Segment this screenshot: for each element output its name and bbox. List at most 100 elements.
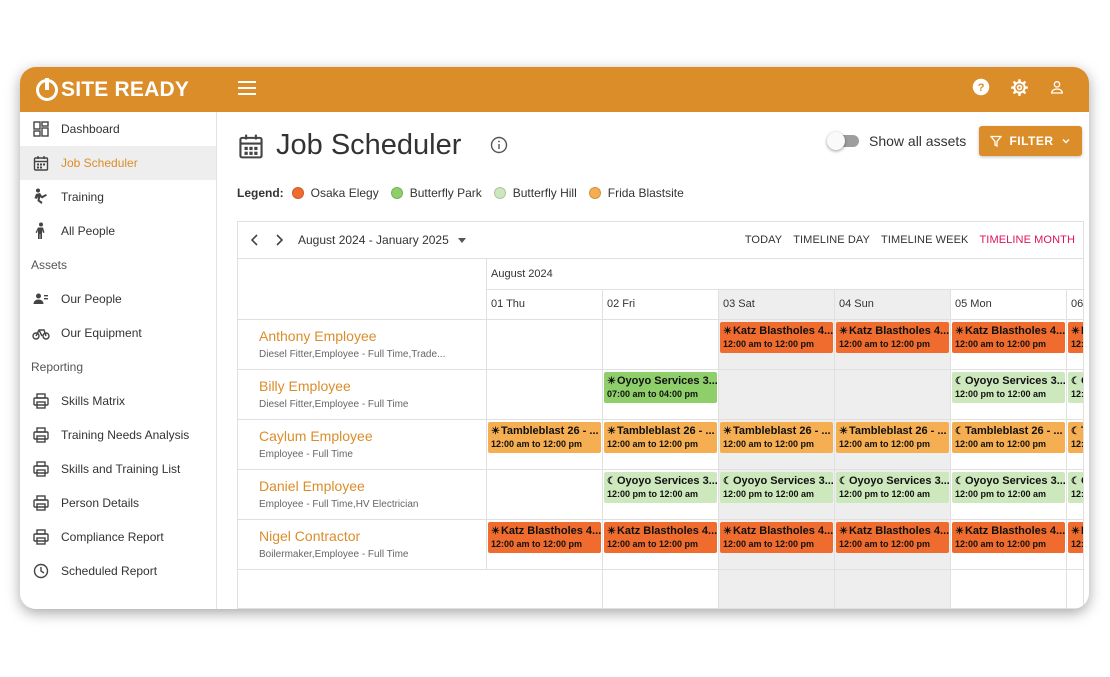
event-time: 12:00 am to 12:00 pm (491, 539, 583, 549)
schedule-event[interactable]: ☾Tambleblast 26 - ... 12:00 am to 12:00 p… (1068, 422, 1083, 453)
account-icon[interactable] (1047, 77, 1067, 97)
timeline-cell[interactable] (487, 370, 603, 420)
view-today[interactable]: TODAY (745, 234, 782, 246)
schedule-event[interactable]: ☀ Tambleblast 26 - ... 12:00 am to 12:00 p… (604, 422, 717, 453)
moon-icon: ☾ (1071, 475, 1080, 487)
resource-name[interactable]: Anthony Employee (259, 328, 486, 344)
schedule-event[interactable]: ☾Oyoyo Services 3... 12:00 pm to 12:00 am (1068, 372, 1084, 403)
view-timeline-week[interactable]: TIMELINE WEEK (881, 234, 968, 246)
schedule-event[interactable]: ☀ Tambleblast 26 - ... 12:00 am to 12:00 p… (488, 422, 601, 453)
schedule-event[interactable]: ☀Katz Blastholes 4... 12:00 am to 12:00 p… (836, 522, 949, 553)
timeline-cell[interactable] (835, 370, 951, 420)
schedule-event[interactable]: ☾Tambleblast 26 - ... 12:00 am to 12:00 p… (952, 422, 1065, 453)
sidebar-item-dashboard[interactable]: Dashboard (20, 112, 216, 146)
resource-row[interactable]: Caylum Employee Employee - Full Time (238, 420, 487, 470)
timeline-cell[interactable] (487, 320, 603, 370)
logo-mark-icon (36, 77, 58, 101)
sidebar-item-our-equipment[interactable]: Our Equipment (20, 316, 216, 350)
timeline-cell[interactable] (603, 320, 719, 370)
schedule-event[interactable]: ☀Katz Blastholes 4... 12:00 am to 12:00 p… (604, 522, 717, 553)
schedule-event[interactable]: ☀Katz Blastholes 4... 12:00 am to 12:00 p… (836, 322, 949, 353)
schedule-event[interactable]: ☾Oyoyo Services 3... 12:00 pm to 12:00 am (1068, 472, 1083, 503)
event-title: Tambleblast 26 - ... (732, 425, 831, 437)
resource-row[interactable]: Nigel Contractor Boilermaker,Employee - F… (238, 520, 487, 570)
day-header: 03 Sat (719, 290, 835, 320)
moon-icon: ☾ (955, 375, 964, 387)
top-app-bar: SITE READY ? (20, 67, 1089, 112)
hamburger-menu-icon[interactable] (238, 81, 256, 95)
caret-down-icon[interactable] (457, 235, 467, 245)
sidebar-item-scheduled-report[interactable]: Scheduled Report (20, 554, 216, 588)
show-all-assets-label: Show all assets (869, 133, 967, 149)
sidebar-item-compliance-report[interactable]: Compliance Report (20, 520, 216, 554)
schedule-event[interactable]: ☀Katz Blastholes 4... 12:00 am to 12:00 p… (720, 522, 833, 553)
schedule-event[interactable]: ☀Katz Blastholes 4... 12:00 am to 12:00 p… (952, 322, 1065, 353)
schedule-event[interactable]: ☾Oyoyo Services 3... 12:00 pm to 12:00 am (836, 472, 949, 503)
sidebar-item-label: Scheduled Report (61, 564, 158, 578)
schedule-event[interactable]: ☀ Oyoyo Services 3... 07:00 am to 04:00 pm (604, 372, 717, 403)
sidebar-item-training[interactable]: Training (20, 180, 216, 214)
settings-icon[interactable] (1009, 77, 1029, 97)
info-icon[interactable] (490, 136, 508, 154)
sidebar-item-job-scheduler[interactable]: Job Scheduler (20, 146, 216, 180)
resource-role: Employee - Full Time (259, 449, 353, 460)
sidebar-item-label: Skills Matrix (61, 394, 126, 408)
timeline-grid: August 2024 01 Thu 02 Fri 03 Sat 04 Sun 05 M… (238, 259, 1084, 608)
sidebar-item-skills-matrix[interactable]: Skills Matrix (20, 384, 216, 418)
sun-icon: ☀ (839, 425, 848, 437)
schedule-event[interactable]: ☀Katz Blastholes 4... 12:00 am to 12:00 p… (488, 522, 601, 553)
view-timeline-day[interactable]: TIMELINE DAY (793, 234, 870, 246)
month-header: August 2024 (487, 259, 1083, 290)
schedule-event[interactable]: ☾Oyoyo Services 3... 12:00 pm to 12:00 am (720, 472, 833, 503)
schedule-event[interactable]: ☾Oyoyo Services 3... 12:00 pm to 12:00 am (604, 472, 717, 503)
svg-text:?: ? (978, 82, 985, 94)
schedule-event[interactable]: ☾Oyoyo Services 3... 12:00 pm to 12:00 am (952, 472, 1065, 503)
sidebar-item-training-needs-analysis[interactable]: Training Needs Analysis (20, 418, 216, 452)
resource-name[interactable]: Daniel Employee (259, 478, 486, 494)
schedule-event[interactable]: ☀Katz Blastholes 4... 12:00 am to 12:00 p… (1068, 322, 1083, 353)
sidebar-item-label: Dashboard (61, 122, 120, 136)
filter-button[interactable]: FILTER (979, 126, 1082, 156)
sidebar-item-label: Job Scheduler (61, 156, 138, 170)
resource-row[interactable]: Billy Employee Diesel Fitter,Employee - F… (238, 370, 487, 420)
sun-icon: ☀ (1071, 325, 1080, 337)
event-title: Tambleblast 26 - ... (848, 425, 947, 437)
empty-day-column (719, 570, 835, 608)
timeline-cell[interactable] (487, 470, 603, 520)
equipment-icon (32, 324, 50, 342)
sidebar-item-skills-and-training-list[interactable]: Skills and Training List (20, 452, 216, 486)
resource-name[interactable]: Caylum Employee (259, 428, 486, 444)
event-title: Oyoyo Services 3... (616, 475, 717, 487)
sun-icon: ☀ (839, 325, 848, 337)
legend: Legend: Osaka Elegy Butterfly Park Butte… (237, 186, 696, 200)
sun-icon: ☀ (607, 425, 616, 437)
site-ready-logo[interactable]: SITE READY (36, 77, 189, 102)
sidebar-item-our-people[interactable]: Our People (20, 282, 216, 316)
schedule-event[interactable]: ☀Katz Blastholes 4... 12:00 am to 12:00 p… (720, 322, 833, 353)
schedule-event[interactable]: ☀ Tambleblast 26 - ... 12:00 am to 12:00 p… (836, 422, 949, 453)
scheduler: August 2024 - January 2025 TODAY TIMELIN… (237, 221, 1084, 609)
chevron-left-icon[interactable] (248, 233, 262, 247)
schedule-event[interactable]: ☀ Tambleblast 26 - ... 12:00 am to 12:00 p… (720, 422, 833, 453)
print-icon (32, 460, 50, 478)
legend-dot-butterfly-park (390, 187, 403, 199)
resource-name[interactable]: Billy Employee (259, 378, 486, 394)
resource-row[interactable]: Anthony Employee Diesel Fitter,Employee -… (238, 320, 487, 370)
show-all-assets-toggle[interactable] (827, 132, 859, 150)
resource-row[interactable]: Daniel Employee Employee - Full Time,HV E… (238, 470, 487, 520)
event-time: 12:00 am to 12:00 pm (491, 439, 583, 449)
view-timeline-month[interactable]: TIMELINE MONTH (979, 234, 1075, 246)
date-range-selector[interactable]: August 2024 - January 2025 (298, 233, 449, 247)
chevron-right-icon[interactable] (272, 233, 286, 247)
schedule-event[interactable]: ☾Oyoyo Services 3... 12:00 pm to 12:00 am (952, 372, 1065, 403)
sidebar-item-all-people[interactable]: All People (20, 214, 216, 248)
clock-icon (32, 562, 50, 580)
event-time: 12:00 pm to 12:00 am (1071, 389, 1084, 399)
schedule-event[interactable]: ☀Katz Blastholes 4... 12:00 am to 12:00 p… (1068, 522, 1083, 553)
schedule-event[interactable]: ☀Katz Blastholes 4... 12:00 am to 12:00 p… (952, 522, 1065, 553)
timeline-cell[interactable] (719, 370, 835, 420)
app-window: SITE READY ? Dashboard Job Scheduler Tra… (20, 67, 1089, 609)
sidebar-item-person-details[interactable]: Person Details (20, 486, 216, 520)
resource-name[interactable]: Nigel Contractor (259, 528, 486, 544)
help-icon[interactable]: ? (971, 77, 991, 97)
